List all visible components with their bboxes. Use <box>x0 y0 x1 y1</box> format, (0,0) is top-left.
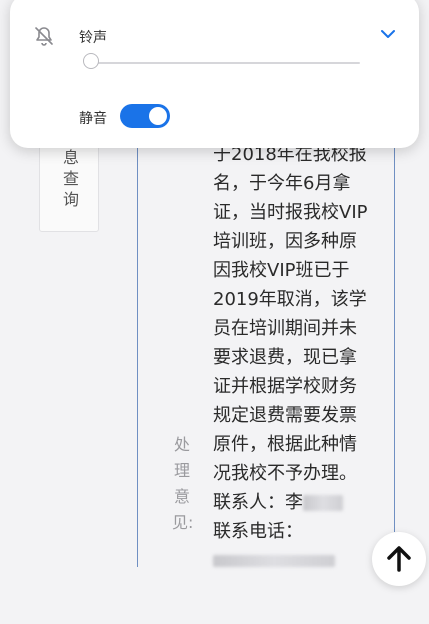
opinion-line: 规定退费需要发票 <box>213 405 357 426</box>
ringtone-slider-track[interactable] <box>90 62 360 64</box>
mute-label: 静音 <box>79 111 107 127</box>
contact-phone <box>213 546 385 575</box>
opinion-line: 要求退费，现已拿 <box>213 347 357 368</box>
divider-right <box>394 130 395 532</box>
redacted-name <box>303 495 343 511</box>
ringtone-slider-thumb[interactable] <box>83 53 99 69</box>
opinion-line: 证，当时报我校VIP <box>213 202 368 223</box>
opinion-line: 原件，根据此种情 <box>213 434 357 455</box>
divider-left <box>137 130 138 567</box>
opinion-line: 2019年取消，该学 <box>213 289 367 310</box>
opinion-line: 因我校VIP班已于 <box>213 260 350 281</box>
opinion-line: 名，于今年6月拿 <box>213 173 351 194</box>
chevron-down-icon[interactable] <box>378 24 398 44</box>
scroll-top-button[interactable] <box>372 532 426 586</box>
redacted-phone <box>213 555 335 567</box>
volume-panel: 铃声 静音 <box>10 0 419 148</box>
bell-off-icon[interactable] <box>32 24 56 48</box>
opinion-line: 证并根据学校财务 <box>213 376 357 397</box>
contact-phone-label: 联系电话： <box>213 521 303 542</box>
opinion-line: 况我校不予办理。 <box>213 463 357 484</box>
mute-toggle[interactable] <box>120 104 170 128</box>
arrow-up-icon <box>387 546 411 572</box>
opinion-line: 培训班，因多种原 <box>213 231 357 252</box>
opinion-line: 员在培训期间并未 <box>213 318 357 339</box>
mute-toggle-knob <box>149 107 167 125</box>
ringtone-label: 铃声 <box>79 30 107 46</box>
contact-person-label: 联系人：李 <box>213 492 303 513</box>
side-tab-label: 息查询 <box>60 149 79 212</box>
processing-opinion-label: 处理意见: <box>172 435 194 532</box>
contact-person: 联系人：李 <box>213 488 385 517</box>
processing-opinion-text: 于2018年在我校报 名，于今年6月拿 证，当时报我校VIP 培训班，因多种原 … <box>213 140 385 575</box>
